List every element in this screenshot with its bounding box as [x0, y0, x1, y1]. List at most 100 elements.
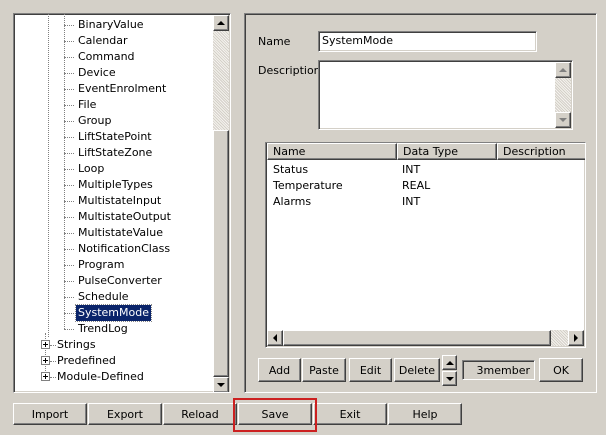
tree-connector [64, 329, 74, 330]
member-name-cell[interactable]: Alarms [273, 194, 311, 210]
tree-connector [64, 89, 74, 90]
column-header-data-type[interactable]: Data Type [397, 143, 497, 160]
members-scrollbar-thumb[interactable] [283, 330, 551, 346]
expand-plus-icon[interactable] [41, 356, 50, 365]
tree-item[interactable]: Group [14, 113, 214, 129]
move-down-arrow-icon[interactable] [442, 371, 457, 386]
tree-item[interactable]: MultistateOutput [14, 209, 214, 225]
edit-member-button[interactable]: Edit [349, 358, 392, 382]
column-header-description[interactable]: Description [497, 143, 585, 160]
tree-item-label[interactable]: Program [76, 257, 126, 273]
tree-item-label[interactable]: BinaryValue [76, 17, 146, 33]
member-name-cell[interactable]: Status [273, 162, 308, 178]
tree-connector [64, 297, 74, 298]
tree-group[interactable]: Predefined [14, 353, 214, 369]
tree-item-label[interactable]: PulseConverter [76, 273, 164, 289]
tree-item[interactable]: Program [14, 257, 214, 273]
tree-item[interactable]: LiftStatePoint [14, 129, 214, 145]
export-button[interactable]: Export [88, 403, 162, 425]
tree-group-label[interactable]: Strings [55, 337, 98, 353]
tree-item[interactable]: Loop [14, 161, 214, 177]
tree-group-label[interactable]: Predefined [55, 353, 118, 369]
tree-group[interactable]: Module-Defined [14, 369, 214, 385]
tree-item[interactable]: MultipleTypes [14, 177, 214, 193]
tree-connector [64, 313, 74, 314]
scroll-down-arrow-icon[interactable] [213, 377, 229, 392]
member-order-spinner[interactable] [442, 355, 457, 386]
tree-item-label[interactable]: Schedule [76, 289, 131, 305]
tree-scrollbar-thumb[interactable] [213, 130, 229, 377]
tree-vertical-scrollbar[interactable] [213, 15, 229, 392]
delete-member-button[interactable]: Delete [394, 358, 440, 382]
tree-group-label[interactable]: Module-Defined [55, 369, 146, 385]
tree-item[interactable]: SystemMode [14, 304, 214, 322]
tree-connector [64, 153, 74, 154]
tree-item-label[interactable]: Loop [76, 161, 106, 177]
tree-item-label[interactable]: MultistateValue [76, 225, 165, 241]
tree-item[interactable]: MultistateValue [14, 225, 214, 241]
expand-plus-icon[interactable] [41, 372, 50, 381]
tree-item-label[interactable]: File [76, 97, 98, 113]
tree-item-label[interactable]: LiftStateZone [76, 145, 154, 161]
tree-item-label[interactable]: Command [76, 49, 137, 65]
scroll-right-arrow-icon[interactable] [568, 330, 584, 346]
member-name-cell[interactable]: Temperature [273, 178, 343, 194]
column-header-name[interactable]: Name [267, 143, 397, 160]
tree-item-label[interactable]: EventEnrolment [76, 81, 168, 97]
members-table[interactable]: Name Data Type Description Status INT Te… [265, 142, 586, 348]
tree-item-label[interactable]: NotificationClass [76, 241, 172, 257]
members-horizontal-scrollbar[interactable] [267, 330, 584, 346]
tree-item[interactable]: NotificationClass [14, 241, 214, 257]
tree-item[interactable]: PulseConverter [14, 273, 214, 289]
reload-button[interactable]: Reload [163, 403, 237, 425]
expand-plus-icon[interactable] [41, 340, 50, 349]
tree-item[interactable]: File [14, 97, 214, 113]
tree-connector [64, 201, 74, 202]
description-label: Description [258, 64, 321, 77]
tree-item-label[interactable]: MultistateOutput [76, 209, 173, 225]
tree-group[interactable]: Strings [14, 337, 214, 353]
tree-connector [64, 137, 74, 138]
paste-member-button[interactable]: Paste [302, 358, 346, 382]
help-button[interactable]: Help [388, 403, 462, 425]
tree-item-label[interactable]: Group [76, 113, 114, 129]
name-field[interactable]: SystemMode [318, 31, 537, 52]
tree-item[interactable]: MultistateInput [14, 193, 214, 209]
member-type-cell[interactable]: INT [402, 194, 420, 210]
tree-item-label[interactable]: LiftStatePoint [76, 129, 154, 145]
tree-item[interactable]: Calendar [14, 33, 214, 49]
tree-item[interactable]: Command [14, 49, 214, 65]
tree-connector [64, 169, 74, 170]
tree-item-label[interactable]: TrendLog [76, 321, 130, 337]
tree-item[interactable]: EventEnrolment [14, 81, 214, 97]
scroll-up-arrow-icon[interactable] [213, 15, 229, 31]
tree-item-label[interactable]: Calendar [76, 33, 129, 49]
scroll-left-arrow-icon[interactable] [267, 330, 283, 346]
tree-item-label[interactable]: MultistateInput [76, 193, 163, 209]
add-member-button[interactable]: Add [258, 358, 301, 382]
tree-connector [64, 281, 74, 282]
tree-item[interactable]: Schedule [14, 289, 214, 305]
tree-item[interactable]: TrendLog [14, 321, 214, 337]
tree-item[interactable]: LiftStateZone [14, 145, 214, 161]
tree-item[interactable]: Device [14, 65, 214, 81]
import-button[interactable]: Import [13, 403, 87, 425]
tree-connector [64, 217, 74, 218]
tree-item-label[interactable]: MultipleTypes [76, 177, 155, 193]
tree-item-label[interactable]: SystemMode [75, 304, 152, 322]
exit-button[interactable]: Exit [313, 403, 387, 425]
description-scroll-up-icon[interactable] [555, 62, 571, 78]
tree-item-label[interactable]: Device [76, 65, 118, 81]
tree-item[interactable]: BinaryValue [14, 17, 214, 33]
object-type-tree[interactable]: BinaryValue Calendar Command Device EventEnr… [13, 13, 231, 393]
ok-button[interactable]: OK [539, 358, 583, 382]
description-scroll-down-icon[interactable] [555, 112, 571, 128]
description-field[interactable] [318, 60, 573, 130]
member-type-cell[interactable]: INT [402, 162, 420, 178]
tree-connector [64, 185, 74, 186]
move-up-arrow-icon[interactable] [442, 355, 457, 370]
description-scrollbar[interactable] [555, 62, 571, 128]
tree-connector [64, 73, 74, 74]
tree-connector [64, 121, 74, 122]
member-type-cell[interactable]: REAL [402, 178, 430, 194]
